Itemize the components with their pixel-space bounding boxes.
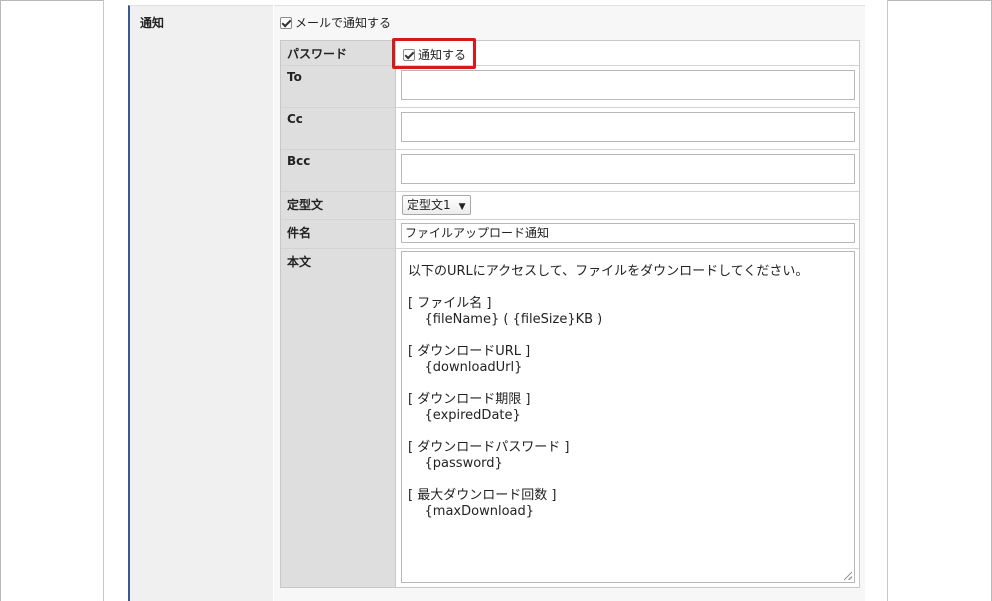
password-row: パスワード 通知する [281, 41, 859, 66]
cc-row: Cc [281, 108, 859, 150]
password-label: パスワード [281, 41, 396, 65]
body-text: 以下のURLにアクセスして、ファイルをダウンロードしてください。 [ ファイル名… [408, 264, 809, 519]
mail-notify-checkbox[interactable] [280, 17, 292, 29]
cc-value-cell [397, 108, 859, 149]
template-label: 定型文 [281, 192, 396, 219]
dropdown-arrow-icon: ▼ [458, 202, 466, 212]
subject-label: 件名 [281, 220, 396, 248]
body-label: 本文 [281, 249, 396, 587]
cc-input[interactable] [401, 112, 855, 142]
template-row: 定型文 定型文1 ▼ [281, 192, 859, 220]
password-notify-label: 通知する [418, 48, 467, 62]
to-row: To [281, 66, 859, 108]
to-value-cell [397, 66, 859, 107]
resize-grip-icon[interactable] [844, 572, 852, 580]
mail-settings-table: パスワード 通知する To Cc Bcc 定型文 定型文1 ▼ 件名 ファイルア… [280, 40, 860, 588]
mail-notify-label: メールで通知する [295, 16, 392, 30]
body-row: 本文 以下のURLにアクセスして、ファイルをダウンロードしてください。 [ ファ… [281, 249, 859, 587]
body-textarea[interactable]: 以下のURLにアクセスして、ファイルをダウンロードしてください。 [ ファイル名… [401, 251, 855, 583]
to-label: To [281, 66, 396, 107]
subject-input[interactable]: ファイルアップロード通知 [401, 223, 855, 243]
body-value-cell: 以下のURLにアクセスして、ファイルをダウンロードしてください。 [ ファイル名… [397, 249, 859, 587]
subject-row: 件名 ファイルアップロード通知 [281, 220, 859, 249]
mail-notify-toggle[interactable]: メールで通知する [280, 14, 391, 31]
subject-value-cell: ファイルアップロード通知 [397, 220, 859, 248]
template-value-cell: 定型文1 ▼ [397, 192, 859, 219]
template-select[interactable]: 定型文1 ▼ [402, 195, 471, 215]
template-selected-value: 定型文1 [407, 198, 451, 212]
bcc-label: Bcc [281, 150, 396, 191]
password-value-cell: 通知する [397, 41, 859, 65]
bcc-input[interactable] [401, 154, 855, 184]
section-label: 通知 [140, 16, 165, 30]
notification-section-label-cell: 通知 [128, 5, 273, 601]
password-notify-toggle[interactable]: 通知する [403, 46, 466, 63]
to-input[interactable] [401, 70, 855, 100]
bcc-row: Bcc [281, 150, 859, 192]
notification-section-content: メールで通知する パスワード 通知する To Cc Bcc 定型文 定型文1 ▼… [274, 5, 865, 601]
cc-label: Cc [281, 108, 396, 149]
bcc-value-cell [397, 150, 859, 191]
password-notify-checkbox[interactable] [403, 49, 415, 61]
